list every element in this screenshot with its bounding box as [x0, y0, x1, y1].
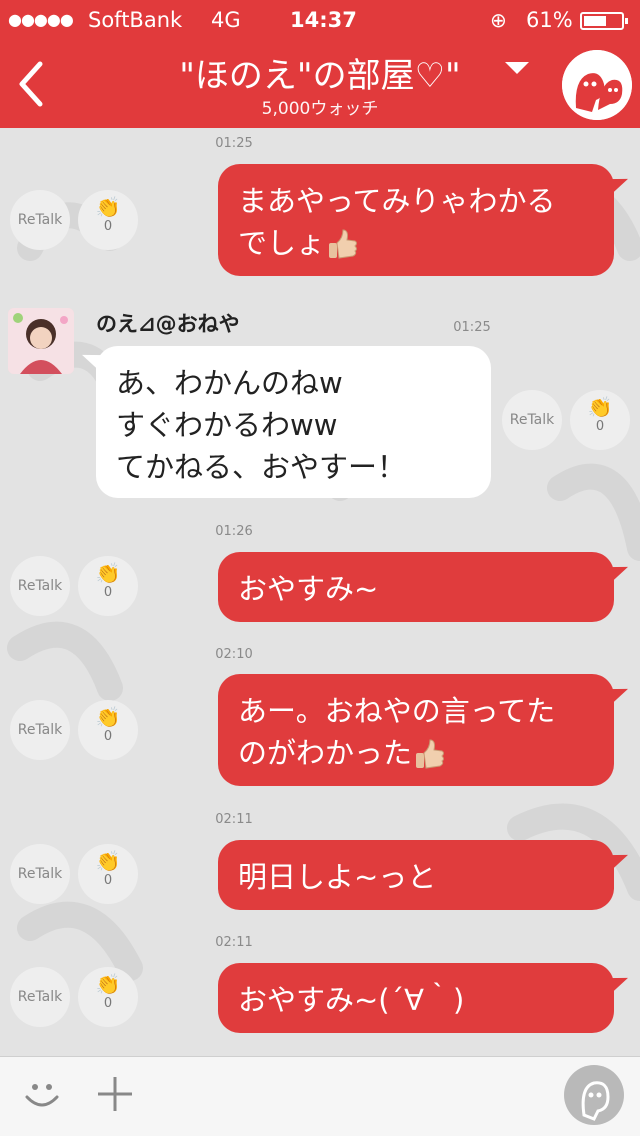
page-title[interactable]: "ほのえ"の部屋♡" [140, 48, 500, 97]
outgoing-message[interactable]: あー。おねやの言ってた のがわかった [218, 674, 614, 786]
clap-count: 0 [103, 219, 113, 234]
clap-button[interactable]: 👏 0 [78, 700, 138, 760]
battery-icon [580, 12, 628, 30]
smiley-icon[interactable] [22, 1075, 62, 1115]
room-avatar[interactable] [562, 50, 632, 120]
clap-icon: 👏 [95, 972, 121, 996]
incoming-message[interactable]: あ、わかんのねw すぐわかるわww てかねる、おやすー！ [96, 346, 491, 498]
watch-count: 5,000ウォッチ [261, 99, 379, 119]
plus-icon[interactable] [92, 1071, 138, 1117]
status-bar: ●●●●● SoftBank 4G 14:37 ⊕ 61% [0, 0, 640, 40]
chat-timeline[interactable]: 01:25 ReTalk 👏 0 まあやってみりゃわかる でしょ のえ⊿@おねや … [0, 128, 640, 1056]
clap-icon: 👏 [95, 561, 121, 585]
clap-button[interactable]: 👏 0 [570, 390, 630, 450]
clap-button[interactable]: 👏 0 [78, 556, 138, 616]
voice-button[interactable] [564, 1065, 624, 1125]
message-timestamp: 01:25 [453, 320, 491, 335]
carrier-name: SoftBank [88, 8, 183, 32]
navigation-bar: ●●●●● SoftBank 4G 14:37 ⊕ 61% "ほのえ"の部屋♡"… [0, 0, 640, 128]
rotation-lock-icon: ⊕ [490, 8, 507, 32]
clap-icon: 👏 [95, 195, 121, 219]
thumbs-up-icon [325, 228, 359, 262]
clock: 14:37 [290, 8, 357, 32]
outgoing-message[interactable]: おやすみ~(´∀｀) [218, 963, 614, 1033]
message-timestamp: 02:11 [215, 935, 253, 950]
chevron-down-icon[interactable] [505, 62, 529, 74]
sender-name: のえ⊿@おねや [96, 312, 240, 336]
message-timestamp: 01:25 [215, 136, 253, 151]
clap-icon: 👏 [95, 849, 121, 873]
message-text: のがわかった [238, 736, 413, 770]
retalk-button[interactable]: ReTalk [10, 700, 70, 760]
message-text: あ、わかんのねw [116, 366, 343, 400]
avatar[interactable] [8, 308, 74, 374]
clap-button[interactable]: 👏 0 [78, 844, 138, 904]
message-timestamp: 01:26 [215, 524, 253, 539]
input-bar [0, 1056, 640, 1136]
clap-count: 0 [103, 873, 113, 888]
battery-percent: 61% [526, 8, 573, 32]
thumbs-up-icon [412, 738, 446, 772]
clap-icon: 👏 [587, 395, 613, 419]
outgoing-message[interactable]: おやすみ~ [218, 552, 614, 622]
retalk-button[interactable]: ReTalk [10, 190, 70, 250]
message-timestamp: 02:10 [215, 647, 253, 662]
retalk-button[interactable]: ReTalk [10, 967, 70, 1027]
retalk-button[interactable]: ReTalk [10, 556, 70, 616]
clap-count: 0 [595, 419, 605, 434]
message-text: おやすみ~ [238, 572, 379, 606]
message-text: 明日しよ~っと [238, 860, 437, 894]
retalk-button[interactable]: ReTalk [10, 844, 70, 904]
clap-button[interactable]: 👏 0 [78, 190, 138, 250]
clap-button[interactable]: 👏 0 [78, 967, 138, 1027]
ghost-icon [562, 50, 632, 120]
clap-count: 0 [103, 729, 113, 744]
clap-count: 0 [103, 996, 113, 1011]
clap-count: 0 [103, 585, 113, 600]
message-text: すぐわかるわww [116, 408, 338, 442]
network-type: 4G [211, 8, 241, 32]
message-text: あー。おねやの言ってた [238, 694, 556, 728]
ghost-icon [581, 1081, 610, 1121]
message-text: でしょ [238, 226, 326, 260]
signal-strength-icon: ●●●●● [8, 10, 74, 29]
outgoing-message[interactable]: 明日しよ~っと [218, 840, 614, 910]
message-text: てかねる、おやすー！ [116, 450, 407, 484]
clap-icon: 👏 [95, 705, 121, 729]
outgoing-message[interactable]: まあやってみりゃわかる でしょ [218, 164, 614, 276]
message-text: おやすみ~(´∀｀) [238, 983, 465, 1017]
retalk-button[interactable]: ReTalk [502, 390, 562, 450]
message-timestamp: 02:11 [215, 812, 253, 827]
back-chevron-icon[interactable] [14, 60, 50, 108]
message-text: まあやってみりゃわかる [238, 184, 556, 218]
